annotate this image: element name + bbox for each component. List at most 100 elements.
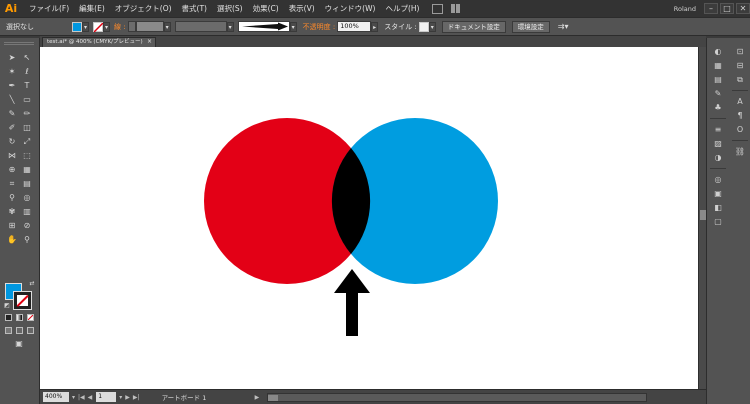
pathfinder-panel-icon[interactable]: ⧉: [734, 74, 746, 85]
eyedropper-tool-icon[interactable]: ⚲: [6, 192, 18, 203]
graphic-styles-panel-icon[interactable]: ▣: [712, 188, 724, 199]
stroke-weight-input[interactable]: [135, 21, 164, 32]
rotate-tool-icon[interactable]: ↻: [6, 136, 18, 147]
stroke-swatch[interactable]: [93, 21, 103, 32]
gradient-tool-icon[interactable]: ▤: [21, 178, 33, 189]
horizontal-scroll-thumb[interactable]: [268, 394, 279, 401]
stroke-panel-icon[interactable]: ≡: [712, 124, 724, 135]
stroke-color-swatch[interactable]: [13, 291, 32, 310]
transform-panel-icon[interactable]: ⊡: [734, 46, 746, 57]
hand-tool-icon[interactable]: ✋: [6, 234, 18, 245]
paragraph-panel-icon[interactable]: ¶: [734, 110, 746, 121]
artboard-number-field[interactable]: 1: [96, 392, 117, 402]
opentype-panel-icon[interactable]: O: [734, 124, 746, 135]
draw-inside-icon[interactable]: [27, 327, 34, 334]
color-guide-icon[interactable]: ▦: [712, 60, 724, 71]
maximize-button[interactable]: □: [720, 3, 734, 14]
stroke-dropdown[interactable]: ▾: [103, 21, 110, 32]
artboard-tool-icon[interactable]: ⊞: [6, 220, 18, 231]
selection-tool-icon[interactable]: ➤: [6, 52, 18, 63]
eraser-tool-icon[interactable]: ◫: [21, 122, 33, 133]
fill-swatch[interactable]: [72, 21, 82, 32]
menu-type[interactable]: 書式(T): [177, 0, 212, 17]
screen-mode-icon[interactable]: ▣: [12, 338, 26, 349]
opacity-input[interactable]: 100%: [337, 21, 372, 32]
gradient-panel-icon[interactable]: ▨: [712, 138, 724, 149]
color-panel-icon[interactable]: ◐: [712, 46, 724, 57]
last-artboard-icon[interactable]: ▶|: [133, 394, 140, 401]
symbols-panel-icon[interactable]: ♣: [712, 102, 724, 113]
artwork[interactable]: [40, 47, 698, 389]
slice-tool-icon[interactable]: ⊘: [21, 220, 33, 231]
default-colors-icon[interactable]: ◩: [3, 300, 11, 311]
paintbrush-tool-icon[interactable]: ✎: [6, 108, 18, 119]
blob-brush-tool-icon[interactable]: ✐: [6, 122, 18, 133]
stroke-weight-label[interactable]: 線 :: [114, 22, 126, 32]
next-artboard-icon[interactable]: ▶: [125, 394, 130, 401]
document-tab[interactable]: test.ai* @ 400% (CMYK/プレビュー) ×: [42, 37, 156, 47]
draw-normal-icon[interactable]: [5, 327, 12, 334]
appearance-panel-icon[interactable]: ◎: [712, 174, 724, 185]
stroke-weight-stepper[interactable]: [127, 21, 136, 32]
brush-definition[interactable]: [237, 21, 290, 32]
scale-tool-icon[interactable]: ⤢: [21, 136, 33, 147]
zoom-level-field[interactable]: 400%: [43, 392, 69, 402]
align-panel-icon[interactable]: ⊟: [734, 60, 746, 71]
free-transform-tool-icon[interactable]: ⬚: [21, 150, 33, 161]
tools-panel-grip[interactable]: [4, 42, 34, 45]
column-graph-tool-icon[interactable]: ▥: [21, 206, 33, 217]
character-panel-icon[interactable]: A: [734, 96, 746, 107]
opacity-label[interactable]: 不透明度 :: [303, 22, 336, 32]
variable-width-profile[interactable]: [174, 21, 227, 32]
arrow-shape[interactable]: [334, 269, 370, 336]
pencil-tool-icon[interactable]: ✏: [21, 108, 33, 119]
draw-behind-icon[interactable]: [16, 327, 23, 334]
close-window-button[interactable]: ✕: [736, 3, 750, 14]
opacity-dropdown[interactable]: ▸: [371, 21, 379, 32]
brush-dropdown[interactable]: ▾: [289, 21, 297, 32]
close-tab-icon[interactable]: ×: [147, 38, 152, 46]
type-tool-icon[interactable]: T: [21, 80, 33, 91]
blend-tool-icon[interactable]: ◎: [21, 192, 33, 203]
variable-width-dropdown[interactable]: ▾: [226, 21, 234, 32]
pen-tool-icon[interactable]: ✒: [6, 80, 18, 91]
minimize-button[interactable]: –: [704, 3, 718, 14]
artboard-dropdown-icon[interactable]: ▾: [119, 394, 122, 401]
swatches-panel-icon[interactable]: ▤: [712, 74, 724, 85]
none-mode-icon[interactable]: [27, 314, 34, 321]
menu-object[interactable]: オブジェクト(O): [110, 0, 177, 17]
direct-selection-tool-icon[interactable]: ↖: [21, 52, 33, 63]
graphic-style-dropdown[interactable]: ▾: [428, 21, 436, 32]
zoom-dropdown-icon[interactable]: ▾: [72, 394, 75, 401]
bridge-icon[interactable]: [432, 3, 444, 14]
brushes-panel-icon[interactable]: ✎: [712, 88, 724, 99]
lasso-tool-icon[interactable]: ℓ: [21, 66, 33, 77]
menu-view[interactable]: 表示(V): [284, 0, 320, 17]
user-name[interactable]: Roland: [674, 5, 696, 13]
menu-window[interactable]: ウィンドウ(W): [320, 0, 381, 17]
magic-wand-tool-icon[interactable]: ✶: [6, 66, 18, 77]
arrange-documents-icon[interactable]: [451, 4, 465, 14]
menu-select[interactable]: 選択(S): [212, 0, 248, 17]
perspective-grid-tool-icon[interactable]: ▦: [21, 164, 33, 175]
color-mode-icon[interactable]: [5, 314, 12, 321]
rectangle-tool-icon[interactable]: ▭: [21, 94, 33, 105]
artboard-canvas[interactable]: [40, 47, 698, 389]
fill-dropdown[interactable]: ▾: [82, 21, 89, 32]
preferences-button[interactable]: 環境設定: [511, 20, 550, 33]
menu-edit[interactable]: 編集(E): [74, 0, 110, 17]
mesh-tool-icon[interactable]: ⌗: [6, 178, 18, 189]
document-setup-button[interactable]: ドキュメント設定: [441, 20, 506, 33]
gradient-mode-icon[interactable]: [16, 314, 23, 321]
menu-effect[interactable]: 効果(C): [248, 0, 284, 17]
symbol-sprayer-tool-icon[interactable]: ✾: [6, 206, 18, 217]
transparency-panel-icon[interactable]: ◑: [712, 152, 724, 163]
line-tool-icon[interactable]: ╲: [6, 94, 18, 105]
artboards-panel-icon[interactable]: ▢: [712, 216, 724, 227]
previous-artboard-icon[interactable]: ◀: [88, 394, 93, 401]
menu-file[interactable]: ファイル(F): [24, 0, 74, 17]
graphic-style-swatch[interactable]: [418, 21, 429, 32]
stroke-weight-dropdown[interactable]: ▾: [163, 21, 171, 32]
control-panel-menu-icon[interactable]: ⇉▾: [558, 22, 569, 31]
shape-builder-tool-icon[interactable]: ⊕: [6, 164, 18, 175]
